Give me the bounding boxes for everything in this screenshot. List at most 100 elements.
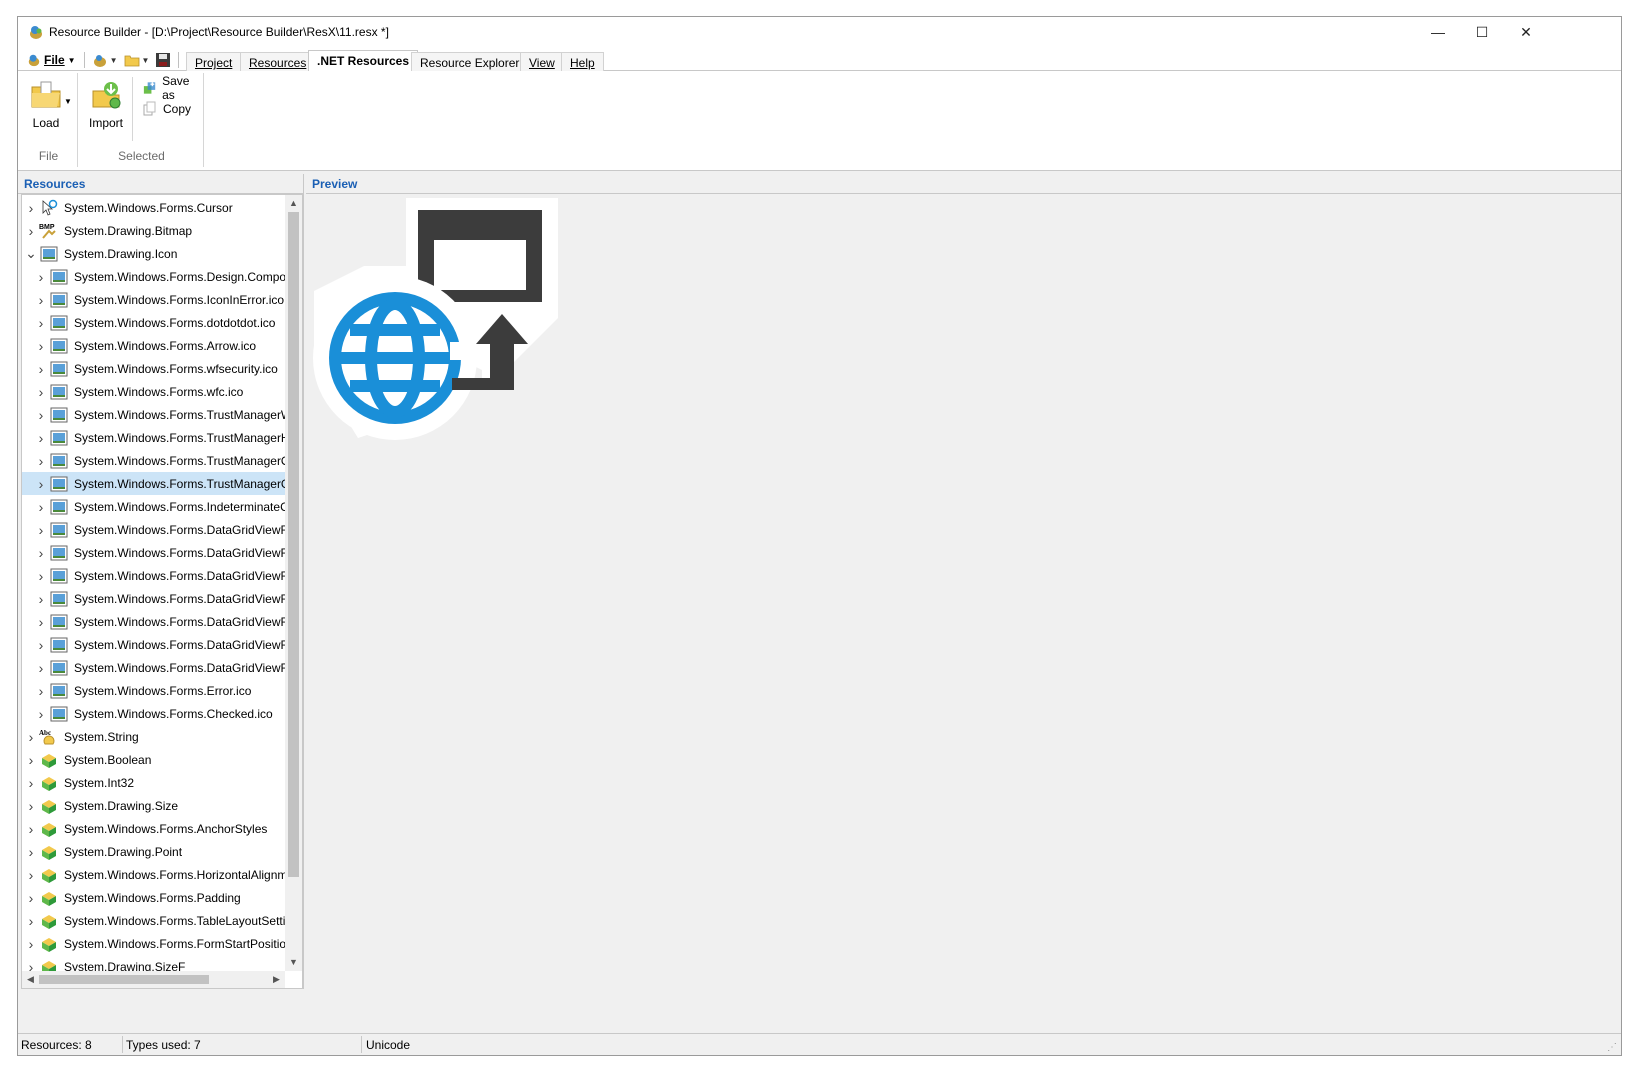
chevron-right-icon[interactable]: › [24, 936, 38, 952]
chevron-right-icon[interactable]: › [24, 775, 38, 791]
tree-item[interactable]: › Abc System.String [22, 725, 285, 748]
tree-item[interactable]: › System.Boolean [22, 748, 285, 771]
import-button[interactable]: Import [82, 77, 130, 130]
tab-resources[interactable]: Resources [240, 52, 316, 72]
tree-item[interactable]: › System.Windows.Forms.Arrow.ico [22, 334, 285, 357]
tree-item[interactable]: › System.Windows.Forms.Cursor [22, 196, 285, 219]
save-icon[interactable] [155, 52, 171, 68]
chevron-right-icon[interactable]: › [34, 315, 48, 331]
tree-item[interactable]: › System.Int32 [22, 771, 285, 794]
maximize-button[interactable]: ☐ [1459, 17, 1505, 47]
chevron-right-icon[interactable]: › [34, 476, 48, 492]
tree-vertical-scrollbar[interactable]: ▲ ▼ [285, 195, 302, 971]
open-folder-icon[interactable] [124, 52, 140, 68]
resize-grip-icon[interactable]: ⋰ [1607, 1042, 1617, 1053]
chevron-right-icon[interactable]: › [24, 821, 38, 837]
tree-item[interactable]: › System.Windows.Forms.DataGridViewRc [22, 656, 285, 679]
tree-item[interactable]: › System.Windows.Forms.wfsecurity.ico [22, 357, 285, 380]
tab-net-resources[interactable]: .NET Resources [308, 50, 419, 72]
chevron-right-icon[interactable]: › [24, 752, 38, 768]
tree-item[interactable]: › BMP System.Drawing.Bitmap [22, 219, 285, 242]
tree-item[interactable]: › System.Drawing.Size [22, 794, 285, 817]
tree-item[interactable]: › System.Windows.Forms.Design.Compor [22, 265, 285, 288]
chevron-right-icon[interactable]: › [24, 844, 38, 860]
tree-item[interactable]: › System.Windows.Forms.TrustManagerW [22, 403, 285, 426]
tree-item-label: System.Windows.Forms.DataGridViewRc [74, 637, 285, 652]
tree-item[interactable]: › System.Windows.Forms.DataGridViewRc [22, 541, 285, 564]
tree-item[interactable]: › System.Windows.Forms.DataGridViewRc [22, 633, 285, 656]
chevron-right-icon[interactable]: › [34, 499, 48, 515]
chevron-right-icon[interactable]: › [34, 522, 48, 538]
chevron-right-icon[interactable]: › [34, 407, 48, 423]
tree-item[interactable]: › System.Windows.Forms.HorizontalAlignm [22, 863, 285, 886]
chevron-right-icon[interactable]: › [34, 292, 48, 308]
chevron-right-icon[interactable]: › [34, 614, 48, 630]
tree-item-label: System.Drawing.Icon [64, 246, 178, 261]
minimize-button[interactable]: — [1415, 17, 1461, 47]
tree-item[interactable]: › System.Windows.Forms.TrustManagerGl [22, 472, 285, 495]
chevron-right-icon[interactable]: › [34, 706, 48, 722]
chevron-right-icon[interactable]: › [34, 683, 48, 699]
scroll-down-icon[interactable]: ▼ [285, 954, 302, 971]
tab-resource-explorer[interactable]: Resource Explorer [411, 52, 529, 72]
scroll-left-icon[interactable]: ◀ [22, 971, 39, 988]
tree-item[interactable]: ⌄ System.Drawing.Icon [22, 242, 285, 265]
app-menu-icon [28, 54, 40, 67]
open-dropdown-icon[interactable]: ▼ [142, 56, 150, 65]
tree-item[interactable]: › System.Windows.Forms.IconInError.ico [22, 288, 285, 311]
chevron-right-icon[interactable]: › [24, 798, 38, 814]
tree-item[interactable]: › System.Windows.Forms.TrustManagerOl [22, 449, 285, 472]
tree-item[interactable]: › System.Windows.Forms.Checked.ico [22, 702, 285, 725]
tree-item[interactable]: › System.Windows.Forms.Padding [22, 886, 285, 909]
chevron-right-icon[interactable]: › [34, 591, 48, 607]
scroll-thumb[interactable] [288, 212, 299, 877]
tree-item[interactable]: › System.Windows.Forms.FormStartPosition [22, 932, 285, 955]
chevron-right-icon[interactable]: › [34, 660, 48, 676]
tree-item[interactable]: › System.Windows.Forms.DataGridViewRc [22, 587, 285, 610]
chevron-right-icon[interactable]: › [34, 568, 48, 584]
tree-item[interactable]: › System.Windows.Forms.IndeterminateC [22, 495, 285, 518]
chevron-right-icon[interactable]: › [24, 890, 38, 906]
tree-item[interactable]: › System.Windows.Forms.TableLayoutSettin [22, 909, 285, 932]
chevron-right-icon[interactable]: › [34, 545, 48, 561]
tree-item[interactable]: › System.Windows.Forms.DataGridViewRc [22, 564, 285, 587]
new-dropdown-icon[interactable]: ▼ [110, 56, 118, 65]
chevron-right-icon[interactable]: › [34, 338, 48, 354]
tree-item[interactable]: › System.Drawing.Point [22, 840, 285, 863]
chevron-down-icon[interactable]: ⌄ [24, 245, 38, 262]
chevron-right-icon[interactable]: › [34, 637, 48, 653]
chevron-right-icon[interactable]: › [24, 913, 38, 929]
chevron-right-icon[interactable]: › [34, 453, 48, 469]
chevron-right-icon[interactable]: › [24, 223, 38, 239]
tree-item[interactable]: › System.Windows.Forms.Error.ico [22, 679, 285, 702]
tree-item[interactable]: › System.Windows.Forms.TrustManagerHi [22, 426, 285, 449]
tree-item[interactable]: › System.Windows.Forms.AnchorStyles [22, 817, 285, 840]
copy-button[interactable]: Copy [142, 99, 191, 119]
resources-tree[interactable]: › System.Windows.Forms.Cursor › BMP System.D… [21, 194, 303, 989]
tree-item[interactable]: › System.Windows.Forms.DataGridViewRc [22, 610, 285, 633]
scroll-up-icon[interactable]: ▲ [285, 195, 302, 212]
chevron-right-icon[interactable]: › [34, 430, 48, 446]
new-project-icon[interactable] [92, 52, 108, 68]
scroll-thumb[interactable] [39, 975, 209, 984]
scroll-right-icon[interactable]: ▶ [268, 971, 285, 988]
file-menu-button[interactable]: File ▼ [24, 53, 79, 67]
tree-item[interactable]: › System.Windows.Forms.DataGridViewRc [22, 518, 285, 541]
tree-horizontal-scrollbar[interactable]: ◀ ▶ [22, 971, 285, 988]
chevron-right-icon[interactable]: › [34, 361, 48, 377]
load-dropdown-icon[interactable]: ▼ [64, 97, 72, 106]
tab-view[interactable]: View [520, 52, 564, 72]
load-button[interactable]: Load [22, 77, 70, 130]
chevron-right-icon[interactable]: › [24, 867, 38, 883]
tree-item[interactable]: › System.Windows.Forms.wfc.ico [22, 380, 285, 403]
chevron-right-icon[interactable]: › [34, 384, 48, 400]
chevron-right-icon[interactable]: › [34, 269, 48, 285]
chevron-right-icon[interactable]: › [24, 200, 38, 216]
tab-project[interactable]: Project [186, 52, 242, 72]
close-button[interactable]: ✕ [1503, 17, 1549, 47]
save-as-button[interactable]: Save as [142, 74, 203, 102]
tab-help[interactable]: Help [561, 52, 604, 72]
status-types-used: Types used: 7 [126, 1038, 201, 1052]
chevron-right-icon[interactable]: › [24, 729, 38, 745]
tree-item[interactable]: › System.Windows.Forms.dotdotdot.ico [22, 311, 285, 334]
